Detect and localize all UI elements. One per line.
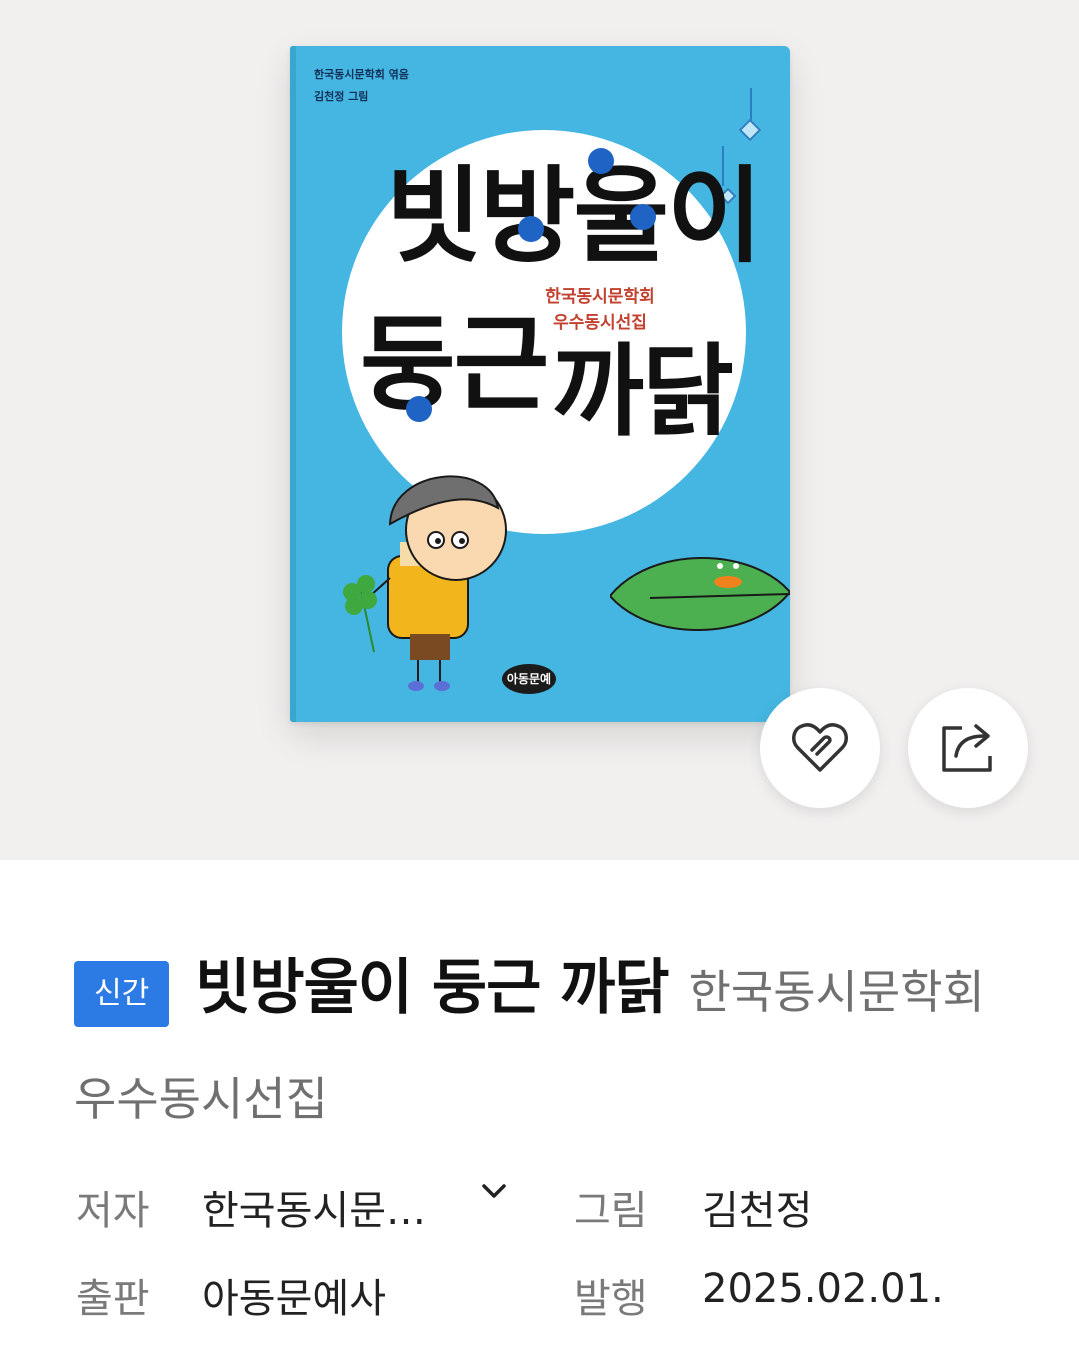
publisher-logo: 아동문예 [502, 664, 556, 694]
boy-illustration [343, 475, 507, 691]
cover-title-line2b: 까닭 [552, 333, 734, 450]
share-button[interactable] [908, 688, 1028, 808]
raindrop-shape [738, 118, 762, 142]
author-label: 저자 [76, 1188, 150, 1234]
rain-line [750, 88, 752, 122]
book-cover-image[interactable]: 한국동시문학회 엮음 김천정 그림 빗방울이 둥근 까닭 한국동시문학회 우수동… [290, 46, 790, 722]
book-hero: 한국동시문학회 엮음 김천정 그림 빗방울이 둥근 까닭 한국동시문학회 우수동… [0, 0, 1079, 860]
cover-spine [290, 46, 296, 722]
raindrop-dot [406, 396, 432, 422]
like-button[interactable] [760, 688, 880, 808]
book-title-block: 신간 빗방울이 둥근 까닭 한국동시문학회 우수동시선집 [74, 940, 1014, 1158]
cover-subtitle-line2: 우수동시선집 [553, 313, 647, 333]
leaf-illustration [610, 557, 790, 631]
share-icon [942, 724, 992, 772]
author-value[interactable]: 한국동시문… [202, 1178, 426, 1236]
publish-date-value: 2025.02.01. [702, 1266, 944, 1312]
new-release-badge: 신간 [74, 960, 170, 1027]
raindrop-dot [588, 148, 614, 174]
publisher-label: 출판 [76, 1276, 150, 1322]
cover-title-line1: 빗방울이 [386, 155, 763, 277]
heart-icon [792, 723, 848, 772]
publish-date-label: 발행 [574, 1276, 648, 1322]
raindrop-dot [518, 216, 544, 242]
book-title: 빗방울이 둥근 까닭 [195, 953, 669, 1023]
raindrop-dot [630, 204, 656, 230]
illustrator-value[interactable]: 김천정 [702, 1178, 812, 1236]
cover-credit-author: 한국동시문학회 엮음 [314, 68, 409, 81]
illustrator-label: 그림 [574, 1188, 648, 1234]
cover-credit-illustrator: 김천정 그림 [314, 90, 369, 103]
chevron-down-icon[interactable] [480, 1182, 508, 1202]
publisher-value[interactable]: 아동문예사 [202, 1266, 386, 1324]
cover-subtitle-line1: 한국동시문학회 [545, 287, 655, 307]
